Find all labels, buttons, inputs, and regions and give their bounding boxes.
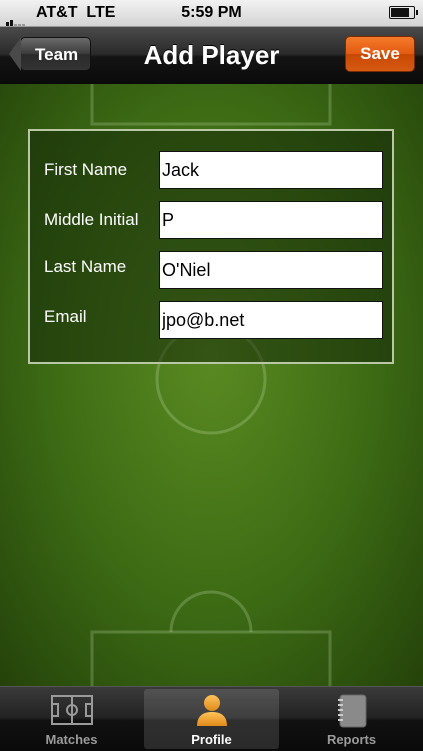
first-name-field[interactable] bbox=[159, 151, 383, 189]
tab-profile[interactable]: Profile bbox=[144, 689, 279, 749]
middle-initial-field[interactable] bbox=[159, 201, 383, 239]
tab-reports-label: Reports bbox=[326, 732, 377, 747]
tab-reports[interactable]: Reports bbox=[284, 689, 419, 749]
person-icon bbox=[196, 695, 227, 726]
last-name-label: Last Name bbox=[44, 257, 127, 276]
tab-matches[interactable]: Matches bbox=[4, 689, 139, 749]
field-background: First Name Middle Initial Last Name Emai… bbox=[0, 84, 423, 686]
battery-icon bbox=[389, 6, 418, 19]
first-name-row: First Name bbox=[30, 151, 392, 189]
last-name-field[interactable] bbox=[159, 251, 383, 289]
last-name-row: Last Name bbox=[30, 251, 392, 289]
email-row: Email bbox=[30, 301, 392, 339]
tab-matches-label: Matches bbox=[45, 732, 98, 747]
middle-initial-row: Middle Initial bbox=[30, 201, 392, 239]
tab-profile-label: Profile bbox=[191, 732, 232, 747]
first-name-label: First Name bbox=[44, 160, 128, 179]
navigation-bar: Team Add Player Save bbox=[0, 27, 423, 85]
email-label: Email bbox=[44, 307, 87, 326]
status-time: 5:59 PM bbox=[181, 4, 242, 21]
middle-initial-label: Middle Initial bbox=[44, 210, 139, 229]
soccer-field-icon bbox=[50, 695, 93, 725]
email-field[interactable] bbox=[159, 301, 383, 339]
player-form: First Name Middle Initial Last Name Emai… bbox=[28, 129, 394, 364]
status-bar: AT&T LTE 5:59 PM bbox=[0, 0, 423, 27]
notebook-icon bbox=[337, 694, 366, 728]
tab-bar: Matches Profile Reports bbox=[0, 686, 423, 751]
save-button[interactable]: Save bbox=[345, 36, 415, 72]
